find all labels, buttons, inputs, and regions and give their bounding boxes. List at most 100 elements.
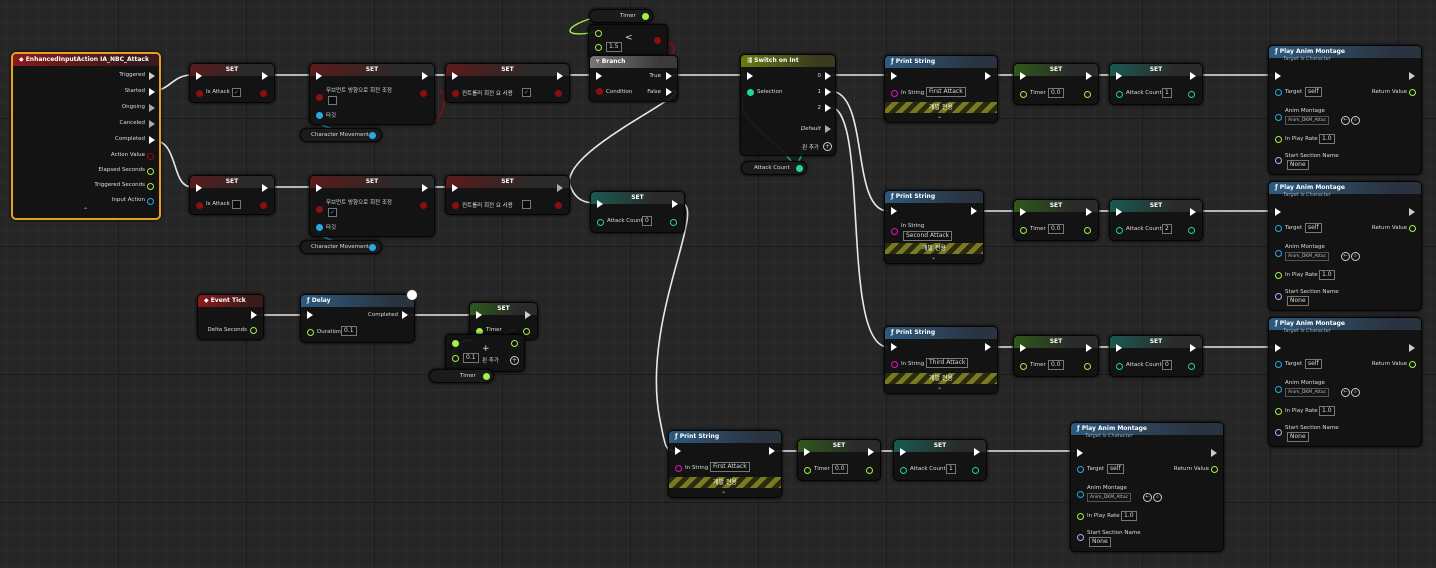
timer-value[interactable]: 0.0 [1048,360,1064,370]
exec-in-pin[interactable] [1275,344,1281,352]
controller-yaw-checkbox[interactable]: ✓ [522,88,531,97]
set-is-attack-false-node[interactable]: SET Is Attack [189,175,275,215]
set-timer-node[interactable]: SET Timer 0.0 [1013,199,1099,241]
attack-count-value[interactable]: 0 [642,216,652,226]
exec-in-pin[interactable] [1077,449,1083,457]
anim-montage-dropdown[interactable]: Anim_DKM_Attac [1285,252,1330,261]
target-self-value[interactable]: self [1107,464,1124,474]
exec-in-pin[interactable] [597,200,603,208]
anim-montage-dropdown[interactable]: Anim_DKM_Attac [1087,493,1132,502]
exec-in-pin[interactable] [316,184,322,192]
play-rate-value[interactable]: 1.0 [1121,511,1137,521]
in-string-value[interactable]: Third Attack [926,358,969,368]
exec-in-pin[interactable] [675,447,681,455]
bool-out-pin[interactable] [555,202,562,209]
target-pin[interactable] [1275,89,1282,96]
float-out-pin[interactable] [1084,91,1091,98]
play-anim-montage-node[interactable]: ƒ Play Anim Montage Target is Character … [1070,422,1224,552]
set-attack-count-node[interactable]: SET Attack Count 1 [1109,63,1203,105]
play-rate-pin[interactable] [1275,272,1282,279]
bool-pin[interactable] [196,90,203,97]
duration-pin[interactable] [307,329,314,336]
component-out-pin[interactable] [369,132,376,139]
target-pin[interactable] [1077,466,1084,473]
target-self-value[interactable]: self [1305,87,1322,97]
int-in-pin[interactable] [597,219,604,226]
attack-count-value[interactable]: 1 [1162,88,1172,98]
int-in-pin[interactable] [1116,91,1123,98]
exec-out-pin[interactable] [1409,72,1415,80]
exec-out-pin[interactable] [262,184,268,192]
timer-getter[interactable]: Timer [589,9,653,23]
exec-out-pin[interactable] [1190,344,1196,352]
float-in-pin-b[interactable] [595,44,602,51]
string-pin[interactable] [891,228,898,235]
return-value-pin[interactable] [1409,89,1416,96]
set-timer-node[interactable]: SET Timer 0.0 [797,439,881,481]
anim-montage-pin[interactable] [1275,114,1282,121]
int-out-pin[interactable] [1188,363,1195,370]
condition-pin[interactable] [596,88,603,95]
browse-icon[interactable]: ⌕ [1351,388,1360,397]
exec-out-pin[interactable] [985,343,991,351]
expand-chevron-icon[interactable]: ⌄ [937,384,942,391]
exec-out-pin[interactable] [1190,208,1196,216]
exec-out-pin[interactable] [262,72,268,80]
character-movement-getter[interactable]: Character Movement [300,128,382,142]
exec-in-pin[interactable] [1020,208,1026,216]
browse-icon[interactable]: ⌕ [1351,116,1360,125]
orient-rotation-checkbox[interactable] [328,96,337,105]
section-name-value[interactable]: None [1287,296,1309,306]
pin-ongoing[interactable] [149,104,155,112]
bool-out-pin[interactable] [420,90,427,97]
set-controller-yaw-node[interactable]: SET 컨트롤러 회전 요 사용 ✓ [445,63,570,103]
float-in-pin[interactable] [804,467,811,474]
in-string-value[interactable]: First Attack [710,462,750,472]
browse-icon[interactable]: ⌕ [1153,493,1162,502]
expand-chevron-icon[interactable]: ⌄ [937,113,942,120]
exec-in-pin[interactable] [452,72,458,80]
timer-value[interactable]: 0.0 [1048,224,1064,234]
print-string-second-node[interactable]: ƒ Print String In String Second Attack 개… [884,190,984,264]
pin-triggered-seconds[interactable] [147,183,154,190]
bool-out-pin[interactable] [555,90,562,97]
float-in-pin-b[interactable] [452,355,459,362]
false-exec-pin[interactable] [666,88,672,96]
int-out-pin[interactable] [1188,227,1195,234]
input-action-event-node[interactable]: ◆ EnhancedInputAction IA_NBC_Attack Trig… [11,52,161,220]
string-pin[interactable] [891,361,898,368]
character-movement-getter[interactable]: Character Movement [300,240,382,254]
exec-in-pin[interactable] [196,72,202,80]
exec-out-pin[interactable] [422,184,428,192]
float-out-pin[interactable] [511,340,518,347]
exec-out-pin[interactable] [974,448,980,456]
is-attack-checkbox[interactable]: ✓ [232,88,241,97]
timer-value[interactable]: 0.0 [832,464,848,474]
set-attack-count-node[interactable]: SET Attack Count 2 [1109,199,1203,241]
return-value-pin[interactable] [1409,225,1416,232]
float-in-pin[interactable] [1020,227,1027,234]
int-out-pin[interactable] [1188,91,1195,98]
add-pin-icon[interactable]: + [823,142,832,151]
selection-pin[interactable] [747,89,754,96]
event-tick-node[interactable]: ◆ Event Tick Delta Seconds [197,294,264,340]
pin-input-action[interactable] [147,198,154,205]
browse-icon[interactable]: ⌕ [1351,252,1360,261]
anim-montage-pin[interactable] [1275,386,1282,393]
controller-yaw-checkbox[interactable] [522,200,531,209]
switch-on-int-node[interactable]: ⇶ Switch on Int Selection 0 1 2 Default … [740,54,836,156]
float-out-pin[interactable] [523,328,530,335]
bool-pin[interactable] [316,206,323,213]
float-out-pin[interactable] [642,13,649,20]
exec-in-pin[interactable] [747,72,753,80]
string-pin[interactable] [675,465,682,472]
attack-count-value[interactable]: 0 [1162,360,1172,370]
exec-out-pin[interactable] [1409,208,1415,216]
int-out-pin[interactable] [670,219,677,226]
target-self-value[interactable]: self [1305,223,1322,233]
bool-out-pin[interactable] [260,202,267,209]
target-pin[interactable] [1275,361,1282,368]
exec-in-pin[interactable] [452,184,458,192]
float-in-pin-a[interactable] [452,340,459,347]
target-pin[interactable] [316,224,323,231]
